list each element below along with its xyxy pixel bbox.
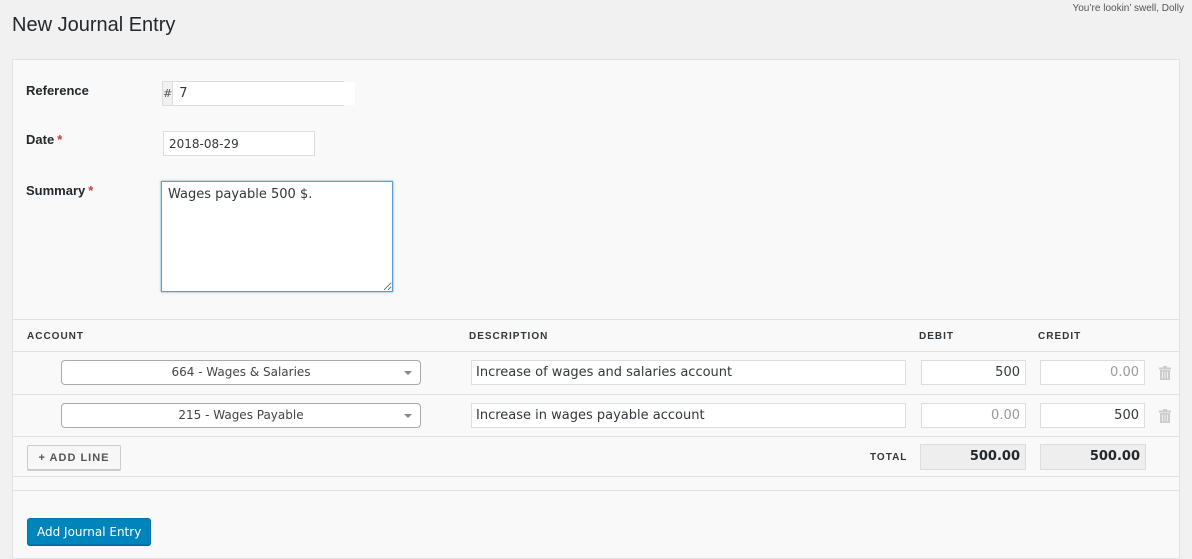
add-journal-entry-button[interactable]: Add Journal Entry [27,518,152,545]
hello-dolly-text: You’re lookin’ swell, Dolly [1072,3,1184,14]
reference-label: Reference [26,83,89,98]
reference-input[interactable] [173,82,356,105]
divider [13,436,1179,437]
column-header-description: DESCRIPTION [469,331,549,342]
total-debit: 500.00 [920,444,1026,470]
reference-field-group: # [162,81,356,106]
account-select-value: 664 - Wages & Salaries [171,365,311,379]
add-line-button[interactable]: + ADD LINE [27,445,121,470]
column-header-debit: DEBIT [919,331,954,342]
debit-input[interactable] [921,403,1026,428]
required-marker: * [57,132,63,147]
credit-input[interactable] [1040,403,1145,428]
column-header-credit: CREDIT [1038,331,1082,342]
divider [13,490,1179,491]
summary-label-text: Summary [26,183,86,198]
summary-textarea[interactable]: Wages payable 500 $. [161,181,393,292]
trash-icon[interactable] [1159,409,1171,423]
total-credit: 500.00 [1040,444,1146,470]
date-input[interactable] [163,131,315,156]
required-marker: * [88,183,94,198]
account-select[interactable]: 664 - Wages & Salaries [61,360,421,385]
description-input[interactable] [471,360,906,385]
summary-label: Summary * [26,183,93,198]
column-header-account: ACCOUNT [27,331,84,342]
divider [13,476,1179,477]
reference-prefix: # [163,82,174,105]
page-title: New Journal Entry [12,14,176,36]
date-label: Date * [26,132,62,147]
account-select-value: 215 - Wages Payable [178,408,304,422]
account-select[interactable]: 215 - Wages Payable [61,403,421,428]
chevron-down-icon [404,414,412,418]
divider [13,351,1179,352]
debit-input[interactable] [921,360,1026,385]
divider [13,319,1179,320]
total-label: TOTAL [870,452,908,463]
chevron-down-icon [404,371,412,375]
date-label-text: Date [26,132,55,147]
credit-input[interactable] [1040,360,1145,385]
trash-icon[interactable] [1159,366,1171,380]
description-input[interactable] [471,403,906,428]
journal-entry-form: Reference # Date* Summary* Wages payable… [12,59,1180,559]
divider [13,394,1179,395]
reference-label-text: Reference [26,83,89,98]
